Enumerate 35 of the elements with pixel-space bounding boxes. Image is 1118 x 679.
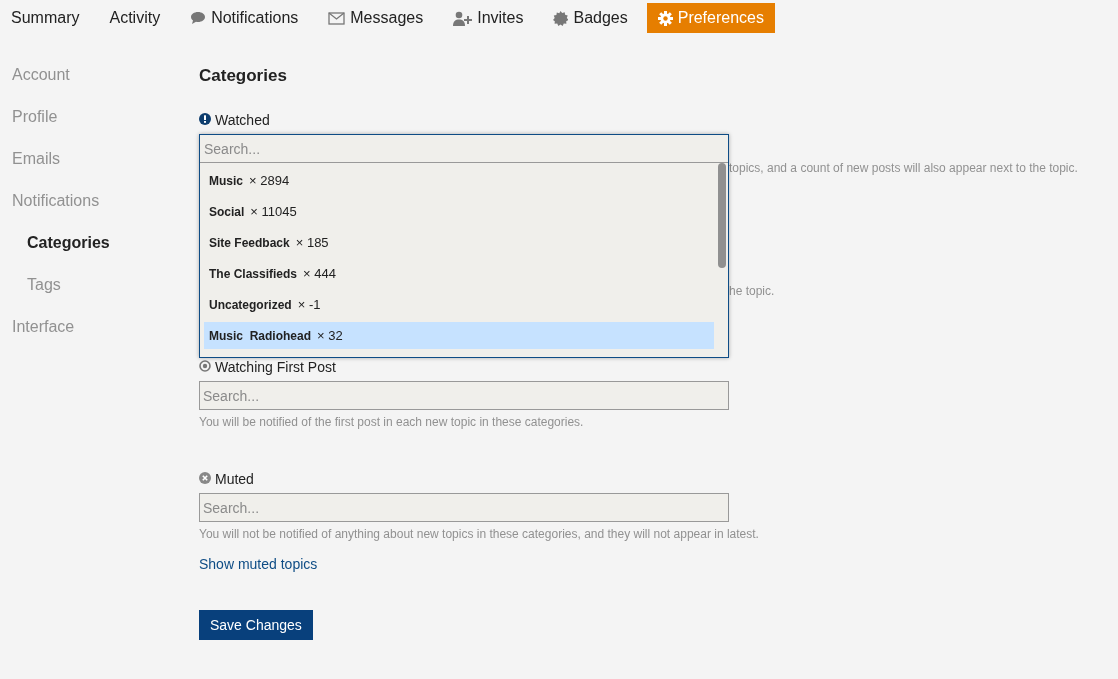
exclamation-icon [199, 112, 211, 128]
help-text: You will not be notified of anything about new topics in these categories, and they will not appear in latest. [199, 527, 759, 541]
search-field[interactable]: Search... [199, 381, 729, 410]
help-text: topics, and a count of new posts will also appear next to the topic. [729, 161, 1078, 175]
dropdown-option[interactable]: Uncategorized × -1 [204, 291, 714, 318]
speech-bubble-icon [190, 11, 207, 25]
tab[interactable]: Invites [442, 3, 535, 33]
tab[interactable]: Notifications [179, 3, 310, 33]
dropdown-option[interactable]: Music × 2894 [204, 167, 714, 194]
dot-circle-icon [199, 359, 211, 375]
search-field[interactable]: Search... [200, 135, 728, 163]
search-field[interactable]: Search... [199, 493, 729, 522]
section-title: Categories [199, 66, 288, 86]
sidebar-item[interactable]: Categories [0, 226, 199, 268]
envelope-icon [328, 11, 346, 25]
scrollbar-thumb[interactable] [718, 163, 726, 268]
tab[interactable]: Messages [317, 3, 435, 33]
tab[interactable]: Summary [0, 3, 91, 33]
dropdown-option[interactable]: The Classifieds × 444 [204, 260, 714, 287]
field-label: Watched [215, 112, 270, 128]
settings-icon [657, 10, 673, 26]
dropdown-option[interactable]: Social × 11045 [204, 198, 714, 225]
badge-icon [553, 10, 569, 26]
dropdown-option[interactable]: Music Radiohead × 32 [204, 322, 714, 349]
tab[interactable]: Activity [98, 3, 172, 33]
save-button[interactable]: Save Changes [199, 610, 313, 640]
add-user-icon [453, 10, 473, 26]
close-icon [199, 471, 211, 487]
field-label: Watching First Post [215, 359, 336, 375]
show-muted-link[interactable]: Show muted topics [199, 556, 318, 572]
help-text: You will be notified of the first post in each new topic in these categories. [199, 415, 585, 429]
field-label: Muted [215, 471, 254, 487]
dropdown-option[interactable]: Site Feedback × 185 [204, 229, 714, 256]
tab[interactable]: Badges [542, 3, 639, 33]
help-text: he topic. [729, 284, 775, 298]
